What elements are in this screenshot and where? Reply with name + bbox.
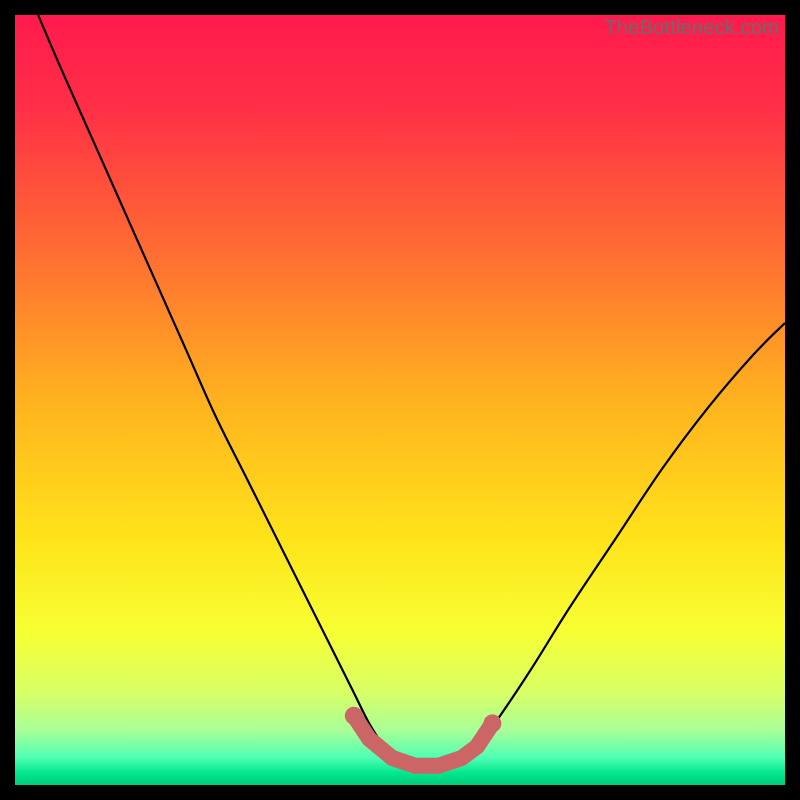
marker-dot [469, 739, 485, 755]
chart-frame: TheBottleneck.com [15, 15, 785, 785]
watermark-text: TheBottleneck.com [604, 17, 779, 40]
marker-dot [407, 758, 423, 774]
marker-dot [431, 758, 447, 774]
marker-dot [345, 707, 363, 725]
marker-dot [384, 750, 400, 766]
marker-dot [483, 714, 501, 732]
bottleneck-chart [15, 15, 785, 785]
marker-dot [454, 750, 470, 766]
gradient-background [15, 15, 785, 785]
marker-dot [361, 731, 377, 747]
